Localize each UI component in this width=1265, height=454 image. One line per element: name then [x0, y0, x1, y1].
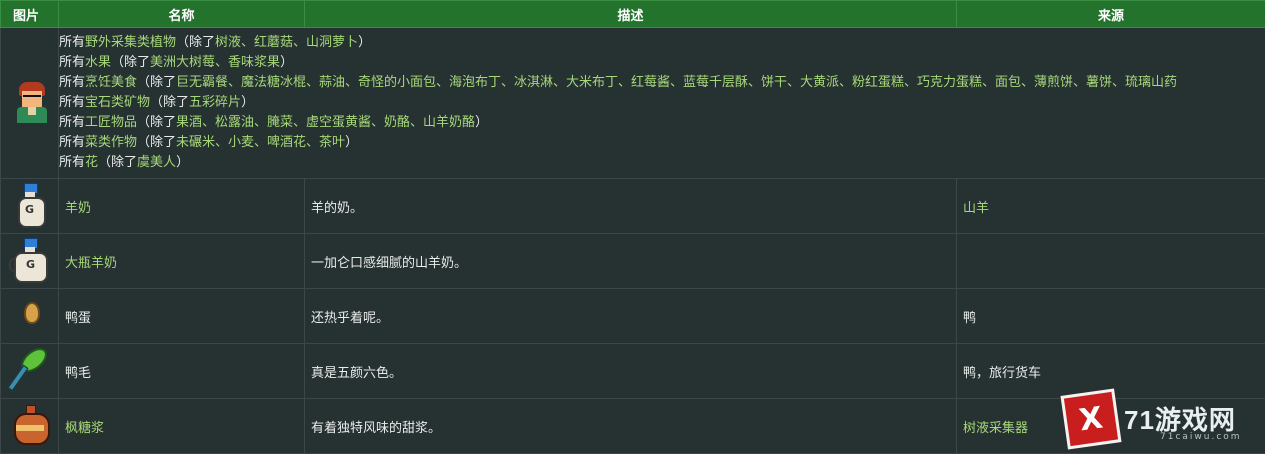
excluded-items[interactable]: 五彩碎片 [189, 95, 241, 110]
category-link[interactable]: 宝石类矿物 [85, 95, 150, 110]
table-row: G 羊奶 羊的奶。 山羊 [1, 179, 1265, 234]
excluded-items[interactable]: 虞美人 [137, 155, 176, 170]
cell-image [1, 344, 59, 399]
excluded-items[interactable]: 未碾米、小麦、啤酒花、茶叶 [176, 135, 345, 150]
gift-table: 图片 名称 描述 来源 所有野外采集类植物（除了树液、红蘑菇、山洞萝卜） 所有水… [0, 0, 1265, 454]
cell-name: 鸭蛋 [59, 289, 305, 344]
cell-name[interactable]: 羊奶 [59, 179, 305, 234]
source-text: 鸭 [963, 311, 976, 326]
cell-image: G [1, 234, 59, 289]
header-source: 来源 [957, 1, 1265, 28]
cell-description: 还热乎着呢。 [305, 289, 957, 344]
item-name: 鸭毛 [65, 366, 91, 381]
item-name-link[interactable]: 枫糖浆 [65, 421, 104, 436]
source-link[interactable]: 山羊 [963, 201, 989, 216]
cell-image [1, 399, 59, 454]
cell-source[interactable]: 山羊 [957, 179, 1265, 234]
header-name: 名称 [59, 1, 305, 28]
cell-description: 有着独特风味的甜浆。 [305, 399, 957, 454]
list-item: 所有野外采集类植物（除了树液、红蘑菇、山洞萝卜） [59, 33, 1265, 53]
goat-milk-icon: G [9, 181, 51, 227]
table-row: G 大瓶羊奶 一加仑口感细腻的山羊奶。 [1, 234, 1265, 289]
excluded-items[interactable]: 果酒、松露油、腌菜、虚空蛋黄酱、奶酪、山羊奶酪 [176, 115, 475, 130]
table-header-row: 图片 名称 描述 来源 [1, 1, 1265, 28]
category-link[interactable]: 菜类作物 [85, 135, 137, 150]
category-link[interactable]: 烹饪美食 [85, 75, 137, 90]
header-description: 描述 [305, 1, 957, 28]
category-link[interactable]: 野外采集类植物 [85, 35, 176, 50]
list-item: 所有工匠物品（除了果酒、松露油、腌菜、虚空蛋黄酱、奶酪、山羊奶酪） [59, 113, 1265, 133]
large-goat-milk-icon: G [9, 236, 51, 282]
item-name: 鸭蛋 [65, 311, 91, 326]
item-name-link[interactable]: 大瓶羊奶 [65, 256, 117, 271]
cell-name: 鸭毛 [59, 344, 305, 399]
category-link[interactable]: 花 [85, 155, 98, 170]
cell-image [1, 28, 59, 179]
duck-egg-icon [9, 291, 51, 337]
header-image: 图片 [1, 1, 59, 28]
cell-name[interactable]: 枫糖浆 [59, 399, 305, 454]
cell-name[interactable]: 大瓶羊奶 [59, 234, 305, 289]
list-item: 所有花（除了虞美人） [59, 153, 1265, 173]
source-link[interactable]: 树液采集器 [963, 421, 1028, 436]
cell-source: 鸭 [957, 289, 1265, 344]
excluded-items[interactable]: 巨无霸餐、魔法糖冰棍、蒜油、奇怪的小面包、海泡布丁、冰淇淋、大米布丁、红莓酱、蓝… [176, 75, 1177, 90]
list-item: 所有宝石类矿物（除了五彩碎片） [59, 93, 1265, 113]
cell-description: 真是五颜六色。 [305, 344, 957, 399]
cell-description: 羊的奶。 [305, 179, 957, 234]
cell-source [957, 234, 1265, 289]
cell-image [1, 289, 59, 344]
table-row: 鸭蛋 还热乎着呢。 鸭 [1, 289, 1265, 344]
farmer-portrait-icon [9, 78, 51, 124]
maple-syrup-icon [9, 401, 51, 447]
list-item: 所有水果（除了美洲大树莓、香味浆果） [59, 53, 1265, 73]
excluded-items[interactable]: 美洲大树莓、香味浆果 [150, 55, 280, 70]
list-item: 所有菜类作物（除了未碾米、小麦、啤酒花、茶叶） [59, 133, 1265, 153]
universal-list: 所有野外采集类植物（除了树液、红蘑菇、山洞萝卜） 所有水果（除了美洲大树莓、香味… [59, 28, 1265, 179]
cell-description: 一加仑口感细腻的山羊奶。 [305, 234, 957, 289]
watermark-logo-icon: X [1061, 388, 1122, 449]
category-link[interactable]: 工匠物品 [85, 115, 137, 130]
duck-feather-icon [9, 346, 51, 392]
table-row-universal: 所有野外采集类植物（除了树液、红蘑菇、山洞萝卜） 所有水果（除了美洲大树莓、香味… [1, 28, 1265, 179]
list-item: 所有烹饪美食（除了巨无霸餐、魔法糖冰棍、蒜油、奇怪的小面包、海泡布丁、冰淇淋、大… [59, 73, 1265, 93]
site-watermark: X 71游戏网 71caiwu.com [1040, 388, 1265, 449]
item-name-link[interactable]: 羊奶 [65, 201, 91, 216]
cell-image: G [1, 179, 59, 234]
excluded-items[interactable]: 树液、红蘑菇、山洞萝卜 [215, 35, 358, 50]
source-text: 鸭，旅行货车 [963, 366, 1041, 381]
category-link[interactable]: 水果 [85, 55, 111, 70]
watermark-url: 71caiwu.com [1160, 432, 1242, 442]
